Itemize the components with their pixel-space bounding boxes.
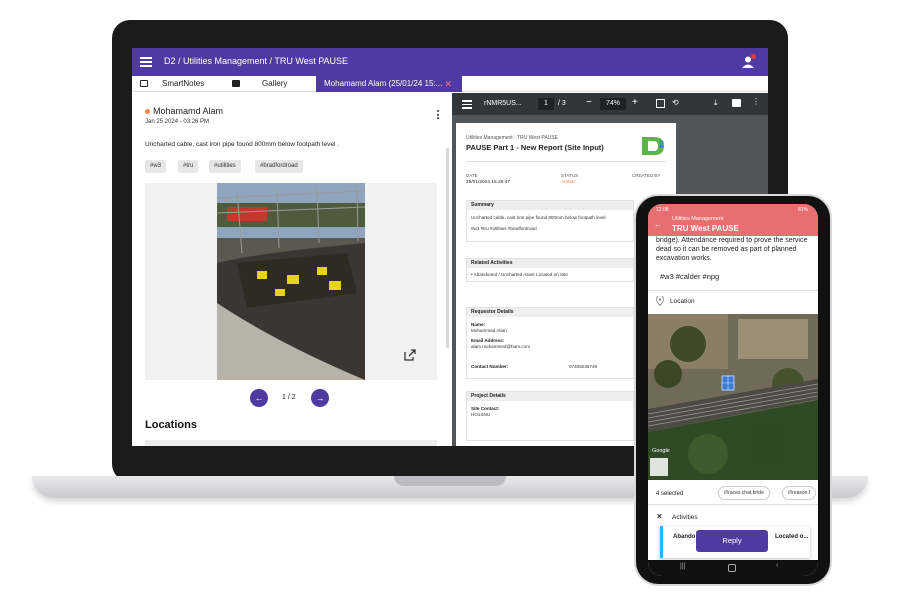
date-label: DATE bbox=[466, 173, 478, 178]
locations-map-preview bbox=[145, 440, 437, 446]
related-activity-item: Abandoned / Uncharted Asset Located on S… bbox=[473, 272, 568, 277]
note-body-text: bridge). Attendance required to prove th… bbox=[656, 237, 808, 262]
download-icon[interactable]: ⤓ bbox=[714, 98, 718, 108]
tag-chip[interactable]: #tru bbox=[178, 160, 199, 173]
back-arrow-icon[interactable]: ← bbox=[654, 220, 662, 229]
map-attribution: Google bbox=[652, 448, 670, 454]
svg-text:2: 2 bbox=[659, 139, 664, 149]
d2-logo-icon: 2 bbox=[642, 137, 664, 155]
zoom-out-icon[interactable]: − bbox=[586, 97, 592, 108]
phone-subtitle: Utilities Management bbox=[672, 216, 724, 222]
activity-title-start: Abando bbox=[673, 534, 696, 540]
pdf-toolbar: rNMR5US... 1 / 3 − 74% + ⟲ ⤓ ⋮ bbox=[452, 93, 768, 115]
email-label: Email Address: bbox=[471, 338, 505, 343]
created-by-label: CREATED BY bbox=[632, 173, 661, 178]
contact-label: Contact Number: bbox=[471, 364, 509, 369]
gallery-icon bbox=[232, 80, 240, 87]
status-battery: 81% bbox=[797, 207, 808, 213]
fit-page-icon[interactable] bbox=[656, 99, 665, 108]
note-date: Jan 25 2024 - 03:26 PM bbox=[145, 119, 210, 125]
previous-button[interactable]: ← bbox=[250, 389, 268, 407]
site-contact-label: Site Contact: bbox=[471, 406, 500, 411]
page-indicator: 1 / 2 bbox=[282, 394, 296, 401]
home-icon[interactable] bbox=[728, 564, 736, 572]
section-heading: Related Activities bbox=[467, 259, 633, 268]
tab-bar: SmartNotes Gallery Mohamamd Alam (25/01/… bbox=[132, 76, 768, 92]
note-author: Mohamamd Alam bbox=[153, 106, 224, 116]
summary-tags: #w3 #tru #utilities #bradfordroad bbox=[471, 226, 537, 231]
name-label: Name: bbox=[471, 322, 486, 327]
section-heading: Project Details bbox=[467, 392, 633, 401]
more-options-icon[interactable] bbox=[437, 110, 439, 121]
close-icon[interactable]: ✕ bbox=[444, 76, 452, 92]
tab-label: SmartNotes bbox=[162, 79, 205, 88]
locations-heading: Locations bbox=[145, 419, 197, 431]
location-chip[interactable]: ///reason.f bbox=[782, 486, 817, 500]
pdf-menu-icon[interactable] bbox=[462, 100, 472, 109]
contact-value: 07405035746 bbox=[569, 364, 598, 369]
tag-chip[interactable]: #w3 bbox=[145, 160, 167, 173]
date-value: 25/01/2024 15:26:47 bbox=[466, 180, 511, 185]
page-number-input[interactable]: 1 bbox=[538, 98, 554, 110]
satellite-map[interactable] bbox=[648, 314, 818, 480]
app-header: D2 / Utilities Management / TRU West PAU… bbox=[132, 48, 768, 76]
status-value: Amber bbox=[561, 180, 576, 185]
next-button[interactable]: → bbox=[311, 389, 329, 407]
rotate-icon[interactable]: ⟲ bbox=[672, 98, 679, 107]
status-dot bbox=[145, 109, 150, 114]
summary-section: Summary Uncharted cable, cast iron pipe … bbox=[466, 200, 634, 242]
note-tags: #w3 #calder #npg bbox=[660, 272, 720, 281]
hamburger-menu-icon[interactable] bbox=[140, 57, 152, 67]
page-total: / 3 bbox=[558, 100, 566, 107]
android-nav-bar: ||| ‹ bbox=[648, 560, 818, 576]
status-time: 12:08 bbox=[656, 207, 669, 213]
status-label: STATUS bbox=[561, 173, 579, 178]
section-heading: Requestor Details bbox=[467, 308, 633, 317]
site-photo[interactable] bbox=[217, 183, 365, 380]
doc-subtitle: Utilities Management - TRU West PAUSE bbox=[466, 135, 558, 141]
phone-title: TRU West PAUSE bbox=[672, 224, 739, 233]
notification-dot bbox=[751, 54, 756, 59]
activity-title-end: Located o... bbox=[775, 534, 809, 540]
doc-title: PAUSE Part 1 - New Report (Site Input) bbox=[466, 143, 604, 152]
location-chip[interactable]: ///races.chat.bride bbox=[718, 486, 770, 500]
print-icon[interactable] bbox=[732, 99, 741, 107]
site-contact-value: HO1SNU bbox=[471, 412, 491, 417]
requestor-section: Requestor Details Name: Mohammad Alam Em… bbox=[466, 307, 634, 379]
open-external-icon[interactable] bbox=[404, 349, 416, 361]
tag-chip[interactable]: #bradfordroad bbox=[255, 160, 303, 173]
tag-chip[interactable]: #utilities bbox=[209, 160, 241, 173]
tab-note-detail[interactable]: Mohamamd Alam (25/01/24 15:... ✕ bbox=[316, 76, 462, 92]
tab-gallery[interactable]: Gallery bbox=[220, 76, 316, 92]
activities-label: Activities bbox=[672, 514, 698, 521]
tools-icon: ✕ bbox=[656, 512, 663, 521]
related-activities-section: Related Activities • Abandoned / Unchart… bbox=[466, 258, 634, 282]
summary-text: Uncharted cable, cast iron pipe found 80… bbox=[471, 215, 606, 220]
note-text: Uncharted cable, cast iron pipe found 80… bbox=[145, 141, 340, 148]
location-pin-icon bbox=[656, 296, 664, 306]
breadcrumb: D2 / Utilities Management / TRU West PAU… bbox=[164, 56, 349, 66]
reply-button[interactable]: Reply bbox=[696, 530, 768, 552]
laptop-notch bbox=[394, 476, 506, 486]
note-panel: Mohamamd Alam Jan 25 2024 - 03:26 PM Unc… bbox=[132, 93, 450, 446]
tab-smartnotes[interactable]: SmartNotes bbox=[132, 76, 220, 92]
pdf-filename: rNMR5US... bbox=[484, 100, 522, 107]
email-value: alam.mohammed@bam.com bbox=[471, 344, 531, 349]
more-options-icon[interactable]: ⋮ bbox=[752, 97, 760, 106]
tab-label: Mohamamd Alam (25/01/24 15:... bbox=[324, 79, 443, 88]
photo-viewer bbox=[145, 183, 437, 380]
phone-screen: 12:08 81% ← Utilities Management TRU Wes… bbox=[648, 204, 818, 576]
selected-count: 4 selected bbox=[656, 491, 684, 497]
zoom-in-icon[interactable]: + bbox=[632, 97, 638, 108]
project-section: Project Details Site Contact: HO1SNU bbox=[466, 391, 634, 441]
tab-label: Gallery bbox=[262, 79, 288, 88]
note-icon bbox=[140, 80, 148, 87]
section-heading: Summary bbox=[467, 201, 633, 210]
scrollbar[interactable] bbox=[446, 148, 449, 348]
phone-header: 12:08 81% ← Utilities Management TRU Wes… bbox=[648, 204, 818, 236]
location-label: Location bbox=[670, 298, 695, 305]
zoom-level[interactable]: 74% bbox=[600, 98, 626, 110]
back-icon[interactable]: ‹ bbox=[776, 562, 778, 569]
recents-icon[interactable]: ||| bbox=[680, 563, 685, 570]
